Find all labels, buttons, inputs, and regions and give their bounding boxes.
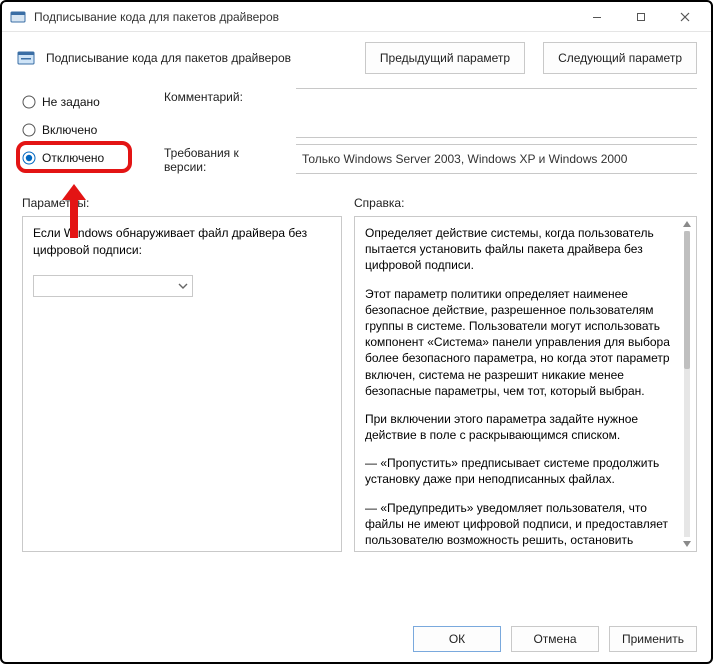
- radio-not-configured[interactable]: Не задано: [22, 88, 152, 116]
- help-paragraph: При включении этого параметра задайте ну…: [365, 411, 676, 443]
- radio-enabled[interactable]: Включено: [22, 116, 152, 144]
- maximize-button[interactable]: [619, 2, 663, 32]
- help-section-label: Справка:: [354, 196, 697, 210]
- policy-icon: [16, 48, 36, 68]
- close-button[interactable]: [663, 2, 707, 32]
- dialog-footer: ОК Отмена Применить: [413, 626, 697, 652]
- supported-value: Только Windows Server 2003, Windows XP и…: [302, 152, 627, 166]
- titlebar: Подписывание кода для пакетов драйверов: [2, 2, 711, 32]
- radio-label: Отключено: [42, 151, 104, 165]
- app-icon: [10, 9, 26, 25]
- help-paragraph: — «Пропустить» предписывает системе прод…: [365, 455, 676, 487]
- comment-label: Комментарий:: [164, 88, 284, 138]
- help-paragraph: Определяет действие системы, когда польз…: [365, 225, 676, 274]
- ok-button[interactable]: ОК: [413, 626, 501, 652]
- supported-box: Только Windows Server 2003, Windows XP и…: [296, 144, 697, 174]
- window-title: Подписывание кода для пакетов драйверов: [34, 10, 575, 24]
- options-text: Если Windows обнаруживает файл драйвера …: [33, 225, 331, 259]
- next-setting-button[interactable]: Следующий параметр: [543, 42, 697, 74]
- options-select[interactable]: [33, 275, 193, 297]
- minimize-button[interactable]: [575, 2, 619, 32]
- radio-label: Не задано: [42, 95, 100, 109]
- options-section-label: Параметры:: [22, 196, 342, 210]
- help-scrollbar[interactable]: [680, 219, 694, 549]
- dialog-header: Подписывание кода для пакетов драйверов …: [2, 32, 711, 84]
- state-radio-group: Не задано Включено Отключено: [22, 88, 152, 174]
- apply-button[interactable]: Применить: [609, 626, 697, 652]
- help-paragraph: Этот параметр политики определяет наимен…: [365, 286, 676, 399]
- help-panel: Определяет действие системы, когда польз…: [354, 216, 697, 552]
- options-panel: Если Windows обнаруживает файл драйвера …: [22, 216, 342, 552]
- help-paragraph: — «Предупредить» уведомляет пользователя…: [365, 500, 676, 552]
- chevron-down-icon: [178, 281, 188, 291]
- comment-textarea[interactable]: [296, 88, 697, 138]
- radio-disabled[interactable]: Отключено: [22, 144, 152, 172]
- cancel-button[interactable]: Отмена: [511, 626, 599, 652]
- dialog-title: Подписывание кода для пакетов драйверов: [46, 51, 355, 65]
- previous-setting-button[interactable]: Предыдущий параметр: [365, 42, 525, 74]
- radio-label: Включено: [42, 123, 97, 137]
- supported-label: Требования к версии:: [164, 144, 284, 174]
